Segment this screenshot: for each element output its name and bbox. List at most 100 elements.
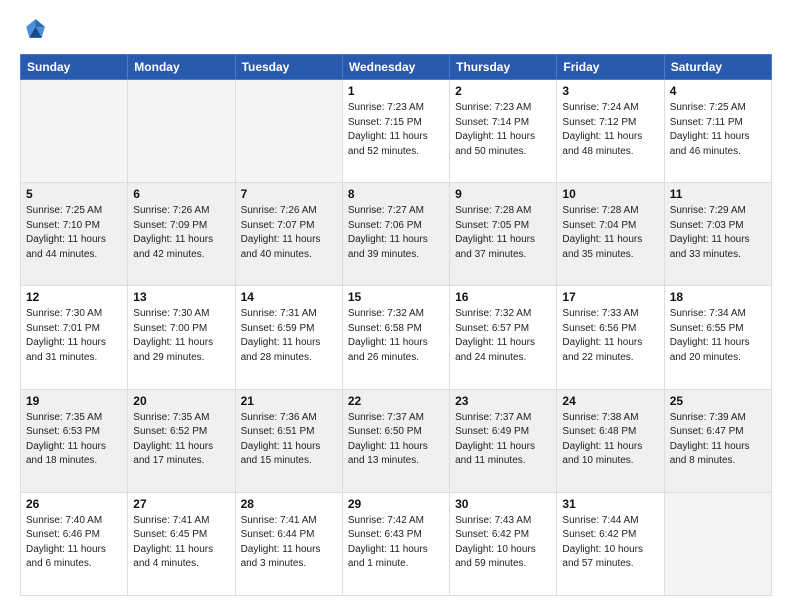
day-info: Sunrise: 7:37 AM Sunset: 6:49 PM Dayligh… <box>455 411 551 469</box>
calendar-cell: 9 Sunrise: 7:28 AM Sunset: 7:05 PM Daylig… <box>450 183 557 286</box>
day-info: Sunrise: 7:38 AM Sunset: 6:48 PM Dayligh… <box>562 411 658 469</box>
calendar-cell: 26Sunrise: 7:40 AM Sunset: 6:46 PM Dayli… <box>21 492 128 595</box>
day-of-week-header: Monday <box>128 55 235 80</box>
calendar-cell: 28 Sunrise: 7:41 AM Sunset: 6:44 PM Dayli… <box>235 492 342 595</box>
calendar-cell: 23 Sunrise: 7:37 AM Sunset: 6:49 PM Dayli… <box>450 389 557 492</box>
calendar-cell: 4 Sunrise: 7:25 AM Sunset: 7:11 PM Daylig… <box>664 80 771 183</box>
day-info: Sunrise: 7:34 AM Sunset: 6:55 PM Dayligh… <box>670 307 766 365</box>
day-info: Sunrise: 7:32 AM Sunset: 6:58 PM Dayligh… <box>348 307 444 365</box>
day-info: Sunrise: 7:32 AM Sunset: 6:57 PM Dayligh… <box>455 307 551 365</box>
day-info: Sunrise: 7:41 AM Sunset: 6:45 PM Dayligh… <box>133 514 229 572</box>
calendar-cell: 14 Sunrise: 7:31 AM Sunset: 6:59 PM Dayli… <box>235 286 342 389</box>
calendar-cell <box>664 492 771 595</box>
calendar-cell: 8 Sunrise: 7:27 AM Sunset: 7:06 PM Daylig… <box>342 183 449 286</box>
day-info: Sunrise: 7:39 AM Sunset: 6:47 PM Dayligh… <box>670 411 766 469</box>
day-info: Sunrise: 7:26 AM Sunset: 7:09 PM Dayligh… <box>133 204 229 262</box>
calendar-cell: 31 Sunrise: 7:44 AM Sunset: 6:42 PM Dayli… <box>557 492 664 595</box>
calendar-cell: 12Sunrise: 7:30 AM Sunset: 7:01 PM Dayli… <box>21 286 128 389</box>
day-number: 25 <box>670 394 766 408</box>
calendar-cell: 15 Sunrise: 7:32 AM Sunset: 6:58 PM Dayli… <box>342 286 449 389</box>
day-number: 12 <box>26 290 122 304</box>
day-of-week-header: Wednesday <box>342 55 449 80</box>
page: SundayMondayTuesdayWednesdayThursdayFrid… <box>0 0 792 612</box>
calendar-cell: 21Sunrise: 7:36 AM Sunset: 6:51 PM Dayli… <box>235 389 342 492</box>
day-info: Sunrise: 7:43 AM Sunset: 6:42 PM Dayligh… <box>455 514 551 572</box>
day-number: 3 <box>562 84 658 98</box>
day-number: 11 <box>670 187 766 201</box>
day-info: Sunrise: 7:33 AM Sunset: 6:56 PM Dayligh… <box>562 307 658 365</box>
day-of-week-header: Tuesday <box>235 55 342 80</box>
day-number: 15 <box>348 290 444 304</box>
day-number: 2 <box>455 84 551 98</box>
day-number: 30 <box>455 497 551 511</box>
calendar-cell <box>235 80 342 183</box>
day-info: Sunrise: 7:25 AM Sunset: 7:11 PM Dayligh… <box>670 101 766 159</box>
day-info: Sunrise: 7:30 AM Sunset: 7:00 PM Dayligh… <box>133 307 229 365</box>
day-number: 6 <box>133 187 229 201</box>
calendar-cell: 24 Sunrise: 7:38 AM Sunset: 6:48 PM Dayli… <box>557 389 664 492</box>
calendar-cell: 7 Sunrise: 7:26 AM Sunset: 7:07 PM Daylig… <box>235 183 342 286</box>
day-info: Sunrise: 7:26 AM Sunset: 7:07 PM Dayligh… <box>241 204 337 262</box>
calendar-week-row: 26Sunrise: 7:40 AM Sunset: 6:46 PM Dayli… <box>21 492 772 595</box>
calendar-cell: 22 Sunrise: 7:37 AM Sunset: 6:50 PM Dayli… <box>342 389 449 492</box>
calendar-cell <box>128 80 235 183</box>
day-of-week-header: Saturday <box>664 55 771 80</box>
day-of-week-header: Friday <box>557 55 664 80</box>
day-info: Sunrise: 7:29 AM Sunset: 7:03 PM Dayligh… <box>670 204 766 262</box>
day-number: 4 <box>670 84 766 98</box>
calendar-cell: 19 Sunrise: 7:35 AM Sunset: 6:53 PM Dayli… <box>21 389 128 492</box>
day-info: Sunrise: 7:35 AM Sunset: 6:53 PM Dayligh… <box>26 411 122 469</box>
calendar-cell: 2 Sunrise: 7:23 AM Sunset: 7:14 PM Daylig… <box>450 80 557 183</box>
day-number: 18 <box>670 290 766 304</box>
calendar-cell: 3Sunrise: 7:24 AM Sunset: 7:12 PM Daylig… <box>557 80 664 183</box>
day-number: 8 <box>348 187 444 201</box>
day-info: Sunrise: 7:28 AM Sunset: 7:05 PM Dayligh… <box>455 204 551 262</box>
day-number: 22 <box>348 394 444 408</box>
calendar-cell: 30 Sunrise: 7:43 AM Sunset: 6:42 PM Dayli… <box>450 492 557 595</box>
calendar-table: SundayMondayTuesdayWednesdayThursdayFrid… <box>20 54 772 596</box>
day-number: 28 <box>241 497 337 511</box>
day-number: 27 <box>133 497 229 511</box>
calendar-week-row: 5Sunrise: 7:25 AM Sunset: 7:10 PM Daylig… <box>21 183 772 286</box>
calendar-cell: 13Sunrise: 7:30 AM Sunset: 7:00 PM Dayli… <box>128 286 235 389</box>
day-number: 21 <box>241 394 337 408</box>
calendar-week-row: 12Sunrise: 7:30 AM Sunset: 7:01 PM Dayli… <box>21 286 772 389</box>
calendar-cell: 25 Sunrise: 7:39 AM Sunset: 6:47 PM Dayli… <box>664 389 771 492</box>
day-info: Sunrise: 7:28 AM Sunset: 7:04 PM Dayligh… <box>562 204 658 262</box>
day-info: Sunrise: 7:23 AM Sunset: 7:14 PM Dayligh… <box>455 101 551 159</box>
day-info: Sunrise: 7:44 AM Sunset: 6:42 PM Dayligh… <box>562 514 658 572</box>
day-number: 14 <box>241 290 337 304</box>
day-number: 9 <box>455 187 551 201</box>
calendar-cell: 5Sunrise: 7:25 AM Sunset: 7:10 PM Daylig… <box>21 183 128 286</box>
calendar-cell: 17Sunrise: 7:33 AM Sunset: 6:56 PM Dayli… <box>557 286 664 389</box>
header <box>20 16 772 44</box>
day-info: Sunrise: 7:27 AM Sunset: 7:06 PM Dayligh… <box>348 204 444 262</box>
day-number: 20 <box>133 394 229 408</box>
calendar-cell: 1Sunrise: 7:23 AM Sunset: 7:15 PM Daylig… <box>342 80 449 183</box>
day-number: 7 <box>241 187 337 201</box>
day-number: 19 <box>26 394 122 408</box>
logo-icon <box>20 16 48 44</box>
day-info: Sunrise: 7:23 AM Sunset: 7:15 PM Dayligh… <box>348 101 444 159</box>
day-info: Sunrise: 7:31 AM Sunset: 6:59 PM Dayligh… <box>241 307 337 365</box>
day-of-week-header: Thursday <box>450 55 557 80</box>
calendar-week-row: 19 Sunrise: 7:35 AM Sunset: 6:53 PM Dayli… <box>21 389 772 492</box>
day-number: 23 <box>455 394 551 408</box>
calendar-week-row: 1Sunrise: 7:23 AM Sunset: 7:15 PM Daylig… <box>21 80 772 183</box>
day-info: Sunrise: 7:35 AM Sunset: 6:52 PM Dayligh… <box>133 411 229 469</box>
calendar-cell <box>21 80 128 183</box>
day-info: Sunrise: 7:41 AM Sunset: 6:44 PM Dayligh… <box>241 514 337 572</box>
day-info: Sunrise: 7:25 AM Sunset: 7:10 PM Dayligh… <box>26 204 122 262</box>
calendar-cell: 10Sunrise: 7:28 AM Sunset: 7:04 PM Dayli… <box>557 183 664 286</box>
day-number: 24 <box>562 394 658 408</box>
day-number: 16 <box>455 290 551 304</box>
day-number: 29 <box>348 497 444 511</box>
calendar-cell: 11 Sunrise: 7:29 AM Sunset: 7:03 PM Dayli… <box>664 183 771 286</box>
day-number: 31 <box>562 497 658 511</box>
day-info: Sunrise: 7:37 AM Sunset: 6:50 PM Dayligh… <box>348 411 444 469</box>
day-info: Sunrise: 7:40 AM Sunset: 6:46 PM Dayligh… <box>26 514 122 572</box>
logo <box>20 16 52 44</box>
calendar-header-row: SundayMondayTuesdayWednesdayThursdayFrid… <box>21 55 772 80</box>
day-of-week-header: Sunday <box>21 55 128 80</box>
calendar-cell: 20 Sunrise: 7:35 AM Sunset: 6:52 PM Dayli… <box>128 389 235 492</box>
